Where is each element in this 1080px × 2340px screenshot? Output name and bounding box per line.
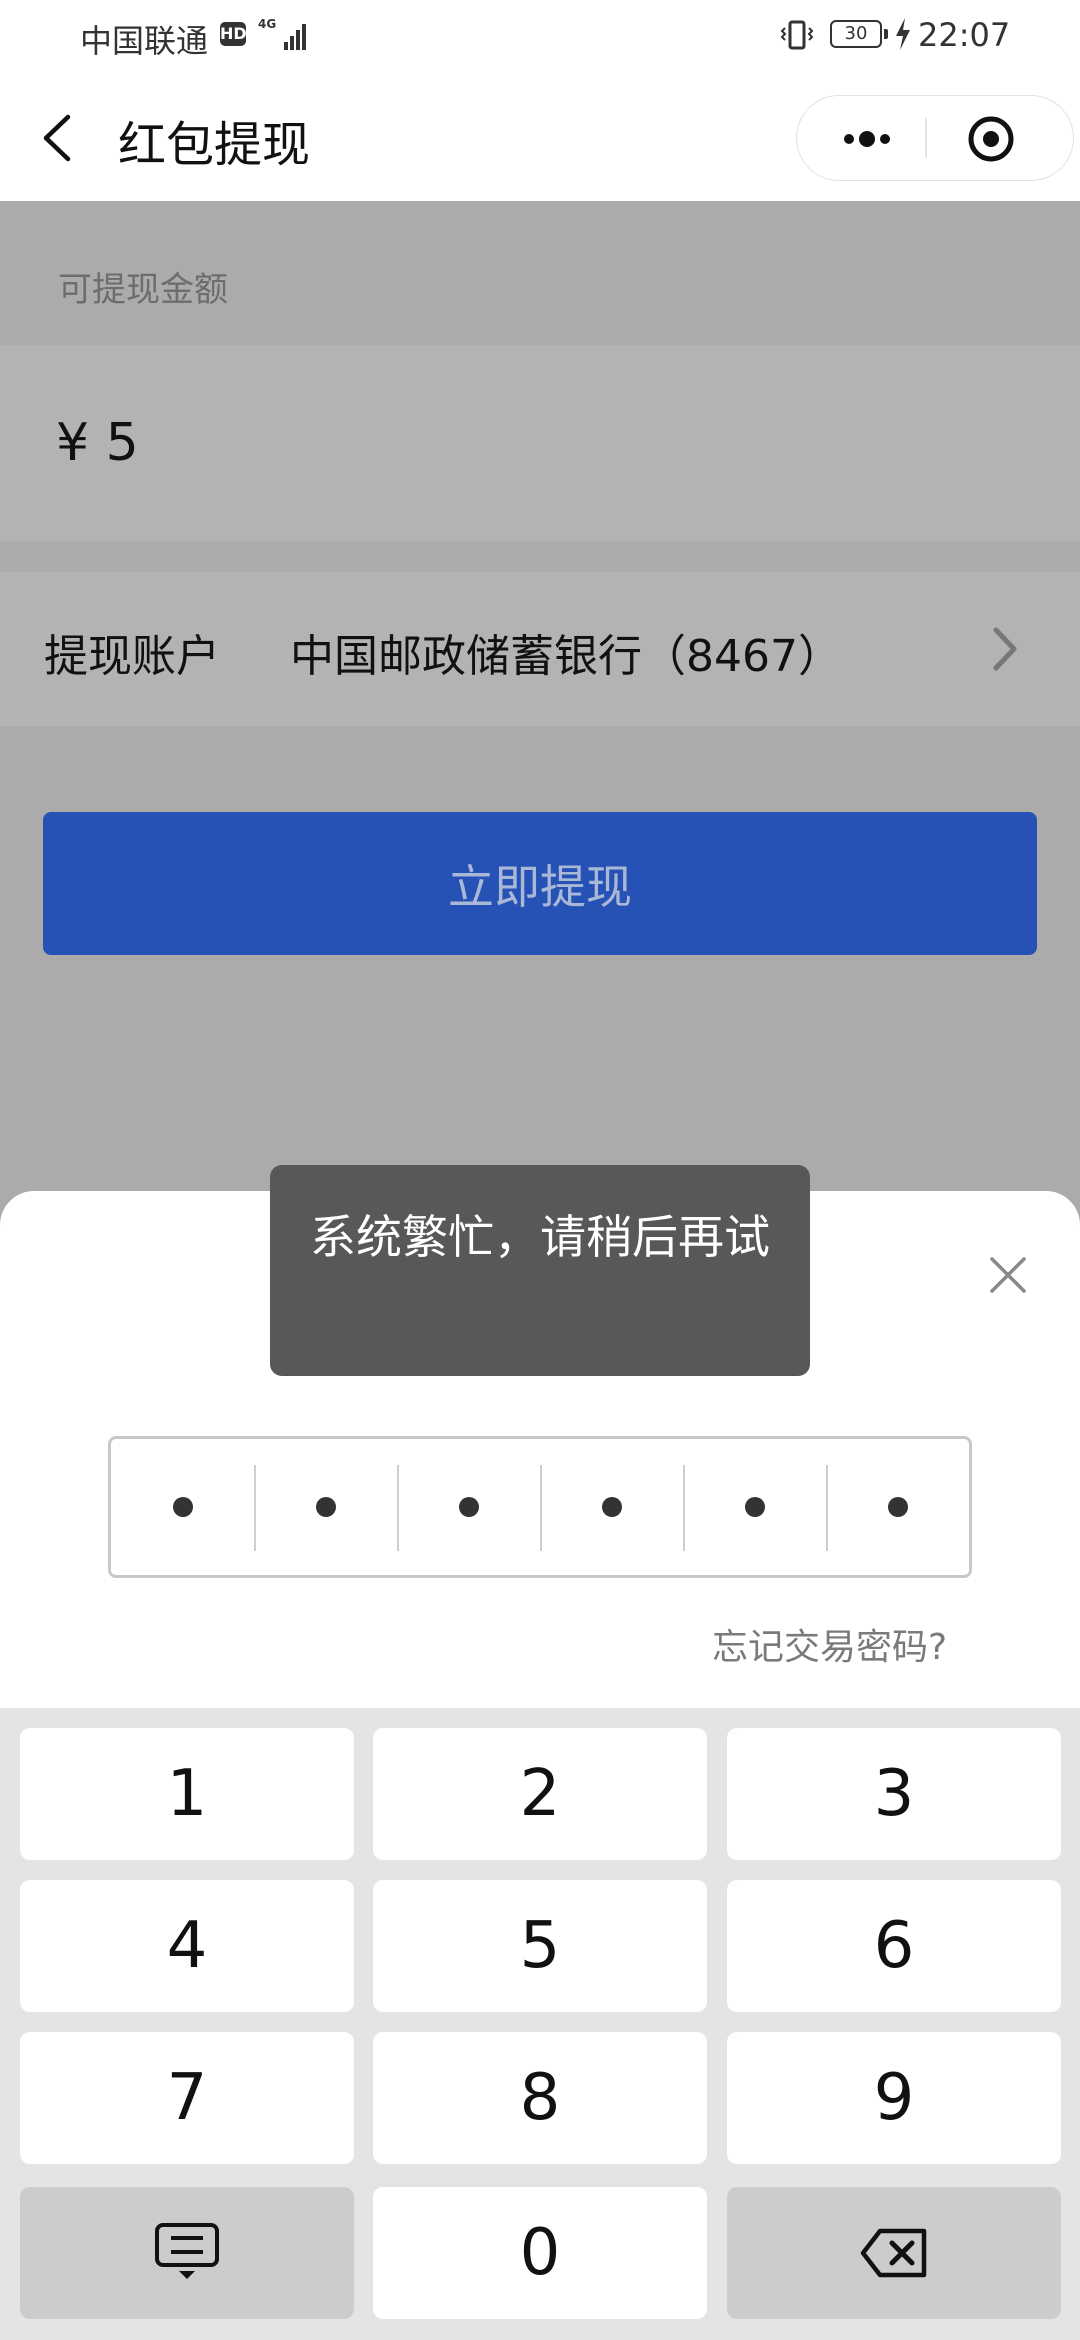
- password-dot: [887, 1497, 908, 1517]
- key-6[interactable]: 6: [727, 1880, 1061, 2012]
- backspace-icon: [860, 2228, 927, 2278]
- amount-row: ¥ 5: [0, 345, 1080, 541]
- signal-icon: [284, 20, 312, 50]
- key-1[interactable]: 1: [20, 1728, 354, 1860]
- battery-icon: 30: [830, 20, 882, 48]
- battery-tip: [884, 29, 888, 39]
- key-2[interactable]: 2: [373, 1728, 707, 1860]
- withdraw-amount: ¥ 5: [56, 413, 139, 473]
- withdraw-button[interactable]: 立即提现: [43, 812, 1037, 955]
- close-mini-program-icon[interactable]: [967, 115, 1015, 163]
- password-cell: [254, 1439, 397, 1575]
- key-7[interactable]: 7: [20, 2032, 354, 2164]
- password-cell: [540, 1439, 683, 1575]
- close-icon[interactable]: [988, 1255, 1028, 1295]
- more-icon[interactable]: [837, 124, 897, 154]
- password-input[interactable]: [108, 1436, 972, 1578]
- password-dot: [458, 1497, 479, 1517]
- vibrate-icon: [780, 20, 814, 50]
- capsule-divider: [925, 118, 927, 158]
- amount-section-label: 可提现金额: [58, 270, 228, 310]
- toast-message: 系统繁忙，请稍后再试: [270, 1165, 810, 1376]
- password-dot: [601, 1497, 622, 1517]
- forgot-password-link[interactable]: 忘记交易密码?: [712, 1618, 947, 1670]
- keyboard-hide-icon: [155, 2223, 219, 2279]
- password-cell: [683, 1439, 826, 1575]
- mini-program-capsule: [796, 95, 1074, 181]
- carrier-name: 中国联通: [80, 22, 209, 60]
- account-row[interactable]: 提现账户 中国邮政储蓄银行（8467）: [0, 572, 1080, 726]
- key-8[interactable]: 8: [373, 2032, 707, 2164]
- password-cell: [826, 1439, 969, 1575]
- page-title: 红包提现: [118, 117, 311, 173]
- password-cell: [111, 1439, 254, 1575]
- key-3[interactable]: 3: [727, 1728, 1061, 1860]
- numeric-keypad: 1 2 3 4 5 6 7 8 9 0: [0, 1708, 1080, 2340]
- charging-icon: [896, 18, 910, 50]
- account-label: 提现账户: [44, 631, 220, 682]
- status-bar: 中国联通 HD 4G 30 22:07: [0, 0, 1080, 75]
- key-5[interactable]: 5: [373, 1880, 707, 2012]
- hide-keyboard-key[interactable]: [20, 2187, 354, 2319]
- chevron-right-icon: [993, 627, 1017, 671]
- clock: 22:07: [918, 16, 1011, 54]
- network-type: 4G: [258, 17, 277, 31]
- password-dot: [172, 1497, 193, 1517]
- account-value: 中国邮政储蓄银行（8467）: [290, 631, 842, 682]
- back-icon[interactable]: [38, 113, 78, 163]
- nav-bar: 红包提现: [0, 75, 1080, 201]
- password-dot: [744, 1497, 765, 1517]
- key-4[interactable]: 4: [20, 1880, 354, 2012]
- password-dot: [315, 1497, 336, 1517]
- key-0[interactable]: 0: [373, 2187, 707, 2319]
- backspace-key[interactable]: [727, 2187, 1061, 2319]
- key-9[interactable]: 9: [727, 2032, 1061, 2164]
- password-cell: [397, 1439, 540, 1575]
- hd-badge: HD: [220, 22, 247, 46]
